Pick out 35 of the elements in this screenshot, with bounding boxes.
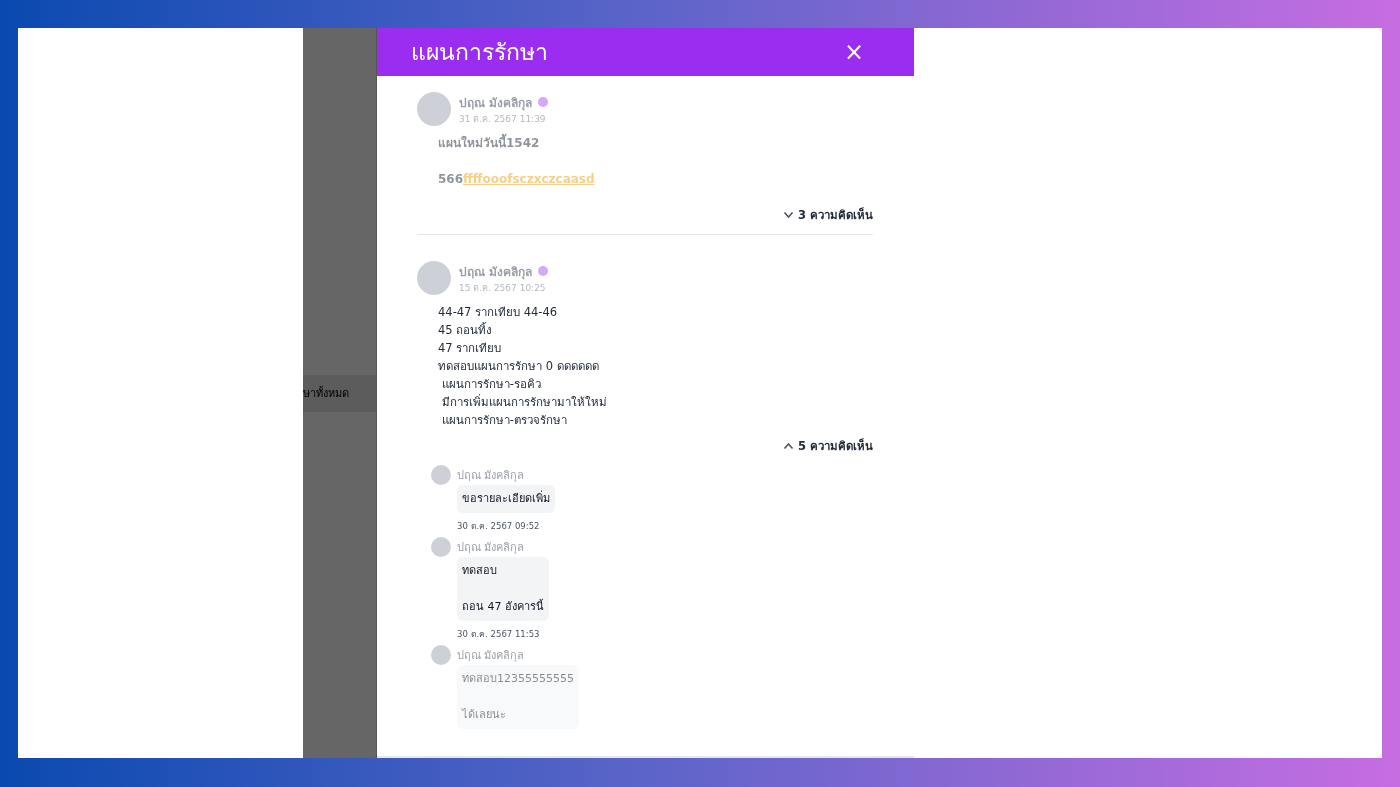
author-name: ปฤณ มังคลิกุล xyxy=(457,648,525,664)
post-text: แผนการรักษา-ตรวจรักษา xyxy=(440,412,568,429)
comments-toggle[interactable]: 5 ความคิดเห็น xyxy=(783,437,873,455)
comment-date: 30 ต.ค. 2567 09:52 xyxy=(457,520,541,533)
author-name: ปฤณ มังคลิกุล xyxy=(459,263,533,281)
post-date: 15 ต.ค. 2567 10:25 xyxy=(459,281,547,295)
post-text: 47 รากเทียบ xyxy=(438,340,503,357)
comment-text: ได้เลยนะ xyxy=(462,707,507,723)
chevron-icon xyxy=(783,211,794,219)
comment-text: ขอรายละเอียดเพิ่ม xyxy=(462,490,550,507)
post-text: 44-47 รากเทียบ 44-46 xyxy=(438,304,559,321)
close-button[interactable]: × xyxy=(837,38,870,66)
author-name: ปฤณ มังคลิกุล xyxy=(457,540,525,556)
post-text: แผนการรักษา-รอคิว xyxy=(440,376,542,393)
avatar-icon xyxy=(431,465,451,485)
chevron-icon xyxy=(783,442,794,450)
post-text: ทดสอบแผนการรักษา 0 ดดดดดด xyxy=(438,358,600,375)
avatar-icon xyxy=(431,537,451,557)
avatar-icon xyxy=(431,645,451,665)
comment-text: ถอน 47 อังคารนี้ xyxy=(462,598,544,615)
comment-date: 30 ต.ค. 2567 11:53 xyxy=(457,628,541,641)
post-date: 31 ต.ค. 2567 11:39 xyxy=(459,112,547,126)
author-name: ปฤณ มังคลิกุล xyxy=(457,468,525,484)
post-text: มีการเพิ่มแผนการรักษามาให้ใหม่ xyxy=(440,393,608,411)
avatar-icon xyxy=(417,92,451,126)
author-name: ปฤณ มังคลิกุล xyxy=(459,94,533,112)
post-text: แผนใหม่วันนี้1542 xyxy=(438,134,873,152)
avatar-icon xyxy=(417,261,451,295)
page-label: ษาทั้งหมด xyxy=(303,385,349,402)
modal-title: แผนการรักษา xyxy=(411,38,548,67)
post-text: 566 xyxy=(438,172,464,186)
comments-toggle[interactable]: 3 ความคิดเห็น xyxy=(783,206,873,224)
post-text: 45 ถอนทิ้ง xyxy=(438,321,494,339)
comment-text: ทดสอบ12355555555 xyxy=(462,671,574,687)
comment-text: ทดสอบ xyxy=(462,563,498,579)
